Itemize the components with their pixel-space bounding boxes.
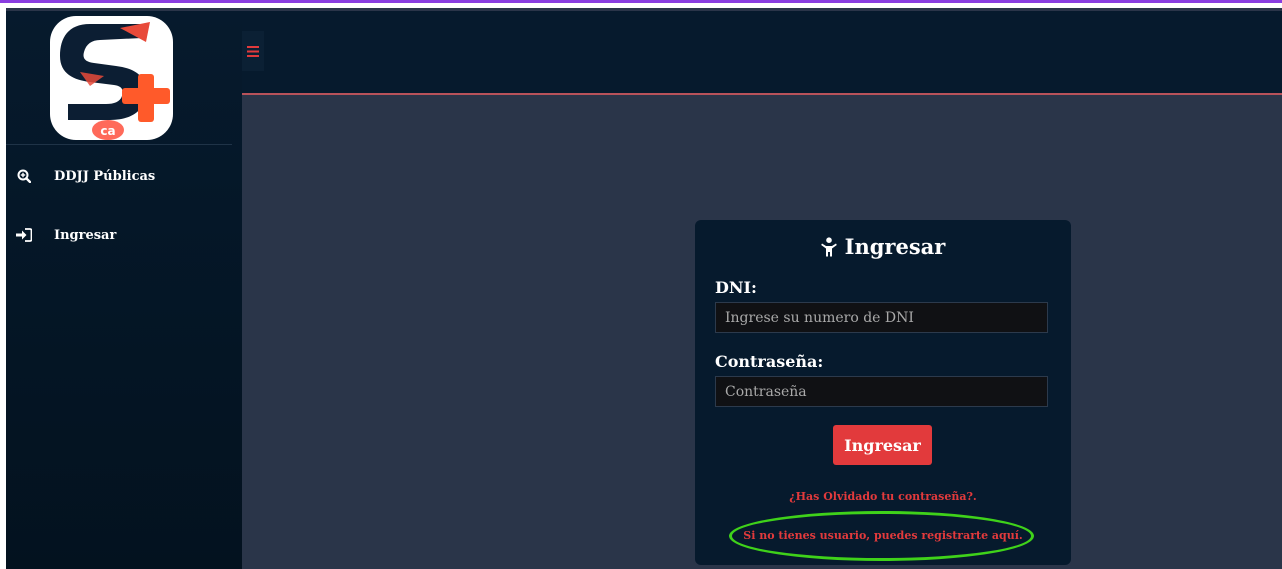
- dni-label: DNI:: [715, 278, 757, 297]
- sidebar-item-ingresar[interactable]: Ingresar: [6, 220, 232, 250]
- dni-input[interactable]: [715, 302, 1048, 333]
- login-title-text: Ingresar: [844, 234, 946, 259]
- sidebar-item-label: DDJJ Públicas: [54, 168, 156, 184]
- svg-text:ca: ca: [100, 124, 115, 138]
- sidebar-item-label: Ingresar: [54, 227, 117, 243]
- forgot-password-link[interactable]: ¿Has Olvidado tu contraseña?.: [695, 490, 1071, 503]
- top-header: [242, 11, 1282, 95]
- sign-in-icon: [14, 225, 34, 245]
- login-submit-button[interactable]: Ingresar: [833, 425, 932, 465]
- app-logo[interactable]: ca: [50, 16, 173, 140]
- hamburger-menu-button[interactable]: [242, 31, 264, 71]
- app-screen: ca DDJJ Públicas Ingresar Ingresar DNI: …: [6, 8, 1282, 569]
- sidebar-item-ddjj-publicas[interactable]: DDJJ Públicas: [6, 161, 232, 191]
- login-card: Ingresar DNI: Contraseña: Ingresar ¿Has …: [695, 220, 1071, 565]
- top-accent-bar: [0, 0, 1282, 3]
- sidebar: ca DDJJ Públicas Ingresar: [6, 11, 242, 569]
- login-title: Ingresar: [695, 234, 1071, 259]
- sidebar-divider: [6, 144, 232, 145]
- search-plus-icon: [14, 166, 34, 186]
- hamburger-icon: [247, 45, 259, 57]
- password-input[interactable]: [715, 376, 1048, 407]
- password-label: Contraseña:: [715, 352, 824, 371]
- child-icon: [820, 236, 837, 256]
- logo-area: ca: [6, 11, 242, 144]
- register-link[interactable]: Si no tienes usuario, puedes registrarte…: [695, 529, 1071, 542]
